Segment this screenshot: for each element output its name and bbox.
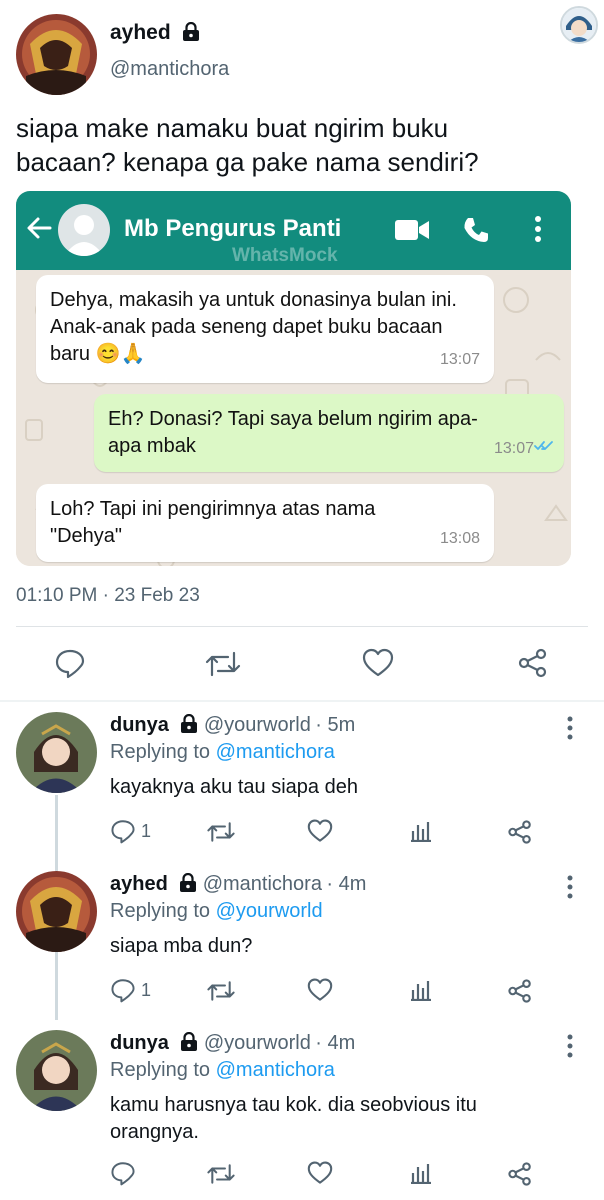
replying-to: Replying to @yourworld xyxy=(110,900,323,922)
retweet-icon[interactable] xyxy=(206,820,236,849)
more-icon[interactable] xyxy=(566,716,574,745)
share-icon[interactable] xyxy=(507,978,533,1009)
message-text: Eh? Donasi? Tapi saya belum ngirim apa-a… xyxy=(108,408,478,457)
chat-watermark: WhatsMock xyxy=(232,245,338,266)
author-avatar[interactable] xyxy=(16,14,97,95)
reply-text: siapa mba dun? xyxy=(110,935,253,957)
reply-icon[interactable] xyxy=(110,977,136,1008)
mention-link[interactable]: @mantichora xyxy=(216,741,335,763)
chat-message-incoming: Dehya, makasih ya untuk donasinya bulan … xyxy=(36,275,494,383)
tweet-timestamp[interactable]: 01:10 PM · 23 Feb 23 xyxy=(16,585,200,607)
back-arrow-icon[interactable] xyxy=(26,215,52,246)
reply-age: · 4m xyxy=(315,1032,356,1054)
menu-dots-icon[interactable] xyxy=(534,215,542,250)
mention-link[interactable]: @yourworld xyxy=(216,900,323,922)
reply-text: kayaknya aku tau siapa deh xyxy=(110,776,358,798)
contact-avatar-icon[interactable] xyxy=(58,204,110,256)
lock-icon xyxy=(178,873,198,898)
reply-author-name[interactable]: ayhed xyxy=(110,873,168,895)
views-icon[interactable] xyxy=(410,1162,432,1189)
views-icon[interactable] xyxy=(410,820,432,847)
share-icon[interactable] xyxy=(507,819,533,850)
video-call-icon[interactable] xyxy=(394,217,430,248)
author-handle[interactable]: @mantichora xyxy=(110,58,229,81)
reply-icon[interactable] xyxy=(110,818,136,849)
chat-header: Mb Pengurus Panti WhatsMock xyxy=(16,191,571,270)
reply-avatar[interactable] xyxy=(16,1030,97,1111)
views-icon[interactable] xyxy=(410,979,432,1006)
retweet-icon[interactable] xyxy=(206,979,236,1008)
mention-link[interactable]: @mantichora xyxy=(216,1059,335,1081)
reply-author-handle[interactable]: @mantichora xyxy=(203,873,322,895)
divider xyxy=(16,626,588,627)
replying-to: Replying to @mantichora xyxy=(110,741,335,763)
reply-icon[interactable] xyxy=(110,1160,136,1191)
replying-to: Replying to @mantichora xyxy=(110,1059,335,1081)
reply-count: 1 xyxy=(141,821,152,841)
chat-message-incoming: Loh? Tapi ini pengirimnya atas nama "Deh… xyxy=(36,484,494,562)
chat-contact-name[interactable]: Mb Pengurus Panti xyxy=(124,215,341,243)
message-text: Dehya, makasih ya untuk donasinya bulan … xyxy=(50,289,457,365)
reply-author-name[interactable]: dunya xyxy=(110,1032,169,1054)
message-time: 13:07 xyxy=(493,440,534,457)
reply-icon[interactable] xyxy=(54,647,86,684)
chat-message-outgoing: Eh? Donasi? Tapi saya belum ngirim apa-a… xyxy=(94,394,564,472)
reply-age: · 5m xyxy=(315,714,356,736)
heart-icon[interactable] xyxy=(307,819,333,848)
message-text: Loh? Tapi ini pengirimnya atas nama "Deh… xyxy=(50,498,376,547)
phone-call-icon[interactable] xyxy=(461,215,491,250)
heart-icon[interactable] xyxy=(307,1161,333,1190)
lock-icon xyxy=(179,714,199,739)
reply-count: 1 xyxy=(141,980,152,1000)
account-avatar[interactable] xyxy=(560,6,598,44)
reply-text: kamu harusnya tau kok. dia seobvious itu… xyxy=(110,1094,477,1143)
reply-age: · 4m xyxy=(326,873,367,895)
reply-avatar[interactable] xyxy=(16,712,97,793)
message-time: 13:08 xyxy=(439,530,480,547)
divider xyxy=(0,700,604,702)
read-receipt-icon xyxy=(534,433,554,460)
heart-icon[interactable] xyxy=(307,978,333,1007)
heart-icon[interactable] xyxy=(362,648,394,683)
more-icon[interactable] xyxy=(566,1034,574,1063)
share-icon[interactable] xyxy=(507,1161,533,1192)
share-icon[interactable] xyxy=(517,647,549,684)
more-icon[interactable] xyxy=(566,875,574,904)
reply-author-handle[interactable]: @yourworld xyxy=(204,714,311,736)
reply-author-handle[interactable]: @yourworld xyxy=(204,1032,311,1054)
lock-icon xyxy=(181,22,201,47)
retweet-icon[interactable] xyxy=(204,649,242,684)
lock-icon xyxy=(179,1032,199,1057)
reply-avatar[interactable] xyxy=(16,871,97,952)
message-time: 13:07 xyxy=(439,351,480,368)
chat-screenshot: Mb Pengurus Panti WhatsMock Dehya, makas… xyxy=(16,191,571,566)
retweet-icon[interactable] xyxy=(206,1162,236,1191)
author-name[interactable]: ayhed xyxy=(110,21,171,44)
tweet-text: siapa make namaku buat ngirim buku bacaa… xyxy=(16,113,479,177)
reply-author-name[interactable]: dunya xyxy=(110,714,169,736)
